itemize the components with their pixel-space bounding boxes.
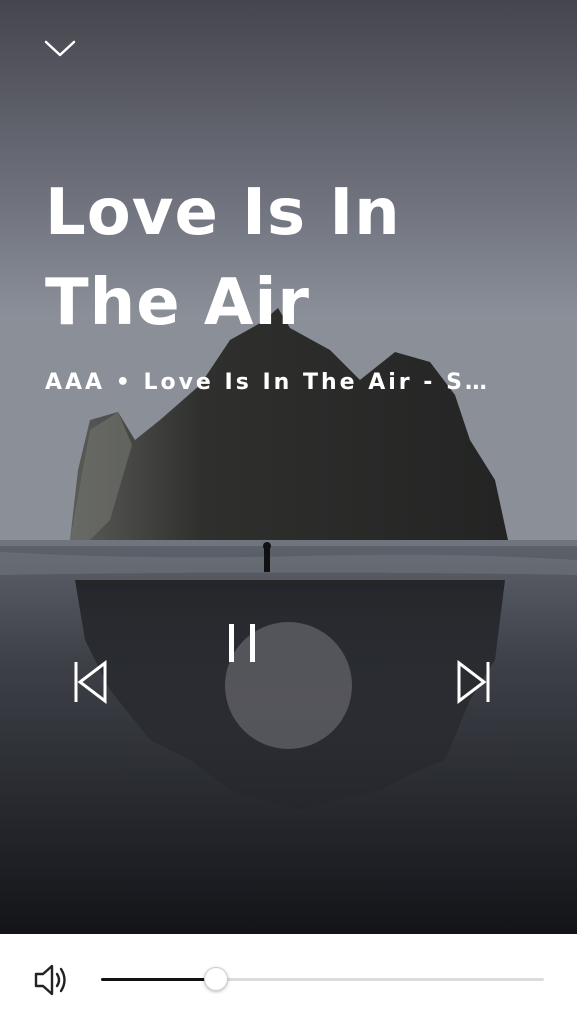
track-subtitle: AAA • Love Is In The Air - S… [45,370,490,395]
album-artwork-background: Love Is In The Air AAA • Love Is In The … [0,0,577,934]
collapse-button[interactable] [44,40,78,68]
landscape-image [0,0,577,934]
volume-slider-thumb[interactable] [204,967,229,991]
volume-slider[interactable] [101,967,544,993]
skip-next-icon [457,660,490,704]
next-button[interactable] [456,660,506,710]
volume-bar [0,934,577,1024]
pause-button[interactable] [225,622,352,749]
now-playing-screen: Love Is In The Air AAA • Love Is In The … [0,0,577,1024]
previous-button[interactable] [72,660,122,710]
pause-icon [229,624,255,662]
chevron-down-icon [44,40,76,57]
volume-icon [34,964,66,996]
volume-slider-fill [101,978,217,981]
playback-controls [0,622,577,749]
volume-button[interactable] [32,962,72,998]
track-title: Love Is In The Air [45,176,401,340]
skip-previous-icon [74,660,107,704]
